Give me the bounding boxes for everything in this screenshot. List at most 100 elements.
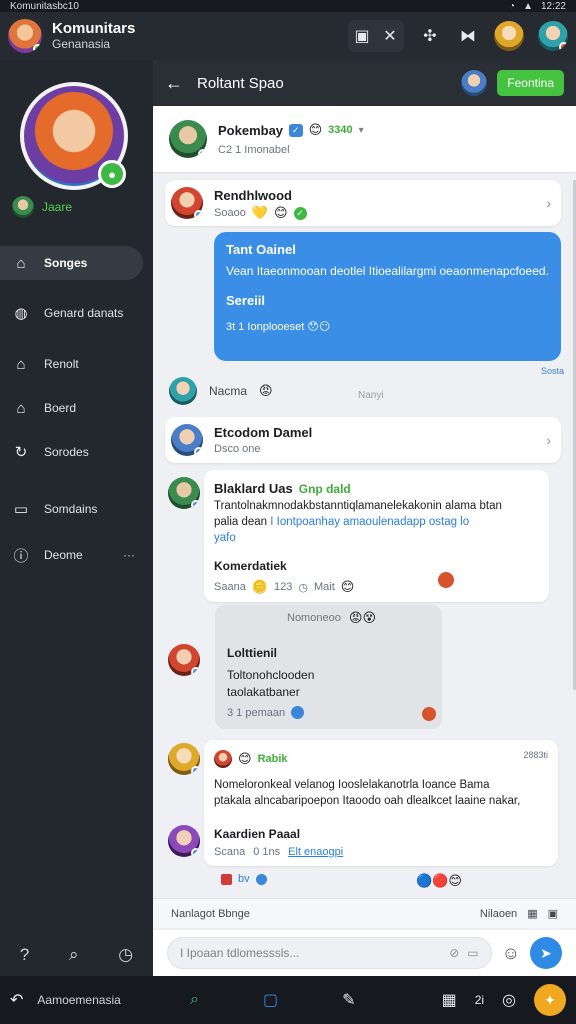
online-dot-icon (33, 44, 42, 53)
clock-icon[interactable]: ◷ (118, 945, 133, 965)
verified-badge-icon: ✓ (289, 123, 303, 137)
back-arrow-icon[interactable]: ← (165, 73, 183, 94)
user-avatar-1[interactable] (494, 21, 524, 51)
post2-body-line-1: Nomeloronkeal velanog Iooslelakanotrla I… (214, 779, 490, 791)
emoji-picker-icon[interactable]: ☺ (502, 943, 520, 964)
post-link[interactable]: I Iontpoanhay amaoulenadapp ostag lo (270, 516, 469, 528)
list-item[interactable]: Etcodom Damel Dsco one › (165, 417, 561, 463)
message-input[interactable]: I Ipoaan tdlomesssls... ⊘ ▭ (167, 937, 492, 969)
post-card[interactable]: 😊 Rabik 2883ti Nomeloronkeal velanog Ioo… (204, 740, 558, 866)
profile-picture[interactable]: ● (20, 82, 128, 190)
post-author-avatar[interactable] (168, 477, 200, 509)
back-nav-icon[interactable]: ↶ (10, 990, 23, 1010)
title-block: Komunitars Genanasia (52, 20, 135, 51)
shuffle-icon[interactable]: ✣ (418, 24, 442, 48)
sender-right-text: Nanyi (358, 390, 384, 401)
post-body-line-2a: palia dean (214, 516, 268, 528)
sender-avatar[interactable] (169, 377, 197, 405)
post-body-line-3[interactable]: yafo (214, 530, 544, 546)
header-avatar[interactable] (461, 70, 488, 96)
post-tag: Gnp dald (298, 481, 351, 496)
building-icon: ⌂ (16, 399, 26, 417)
sidebar-item-songes[interactable]: ⌂ Songes (0, 246, 143, 280)
blue-reaction-icon[interactable] (255, 873, 267, 885)
composer-right-label: Nilaoen (479, 907, 518, 920)
post-body-line-1: Trantolnakmnodakbstanntiqlamanelekakonin… (214, 500, 502, 512)
status-time: 12:22 (540, 0, 566, 12)
reaction-icon[interactable] (438, 572, 454, 588)
user-avatar-2[interactable] (538, 21, 568, 51)
message-bubble-other[interactable]: Nomoneoo 😡😵 Lolttienil Toltonohclooden t… (215, 605, 442, 729)
window-nav-icon[interactable]: ▢ (263, 990, 278, 1010)
attach-icon[interactable]: ⊘ (449, 946, 459, 960)
verified-dot-icon (191, 667, 200, 676)
flag-icon[interactable] (221, 873, 232, 885)
bowtie-icon[interactable]: ⧓ (456, 24, 480, 48)
bubble-meta-row: 3t 1 Ionplooeset 😯😶 (226, 320, 549, 333)
nav-center: ⌕ ▢ ✎ (190, 990, 356, 1010)
verified-dot-icon (191, 848, 200, 857)
action-fab-icon[interactable]: ✦ (534, 984, 566, 1016)
post2-link[interactable]: Elt enaogpi (288, 846, 343, 858)
join-button[interactable]: Feontina (497, 70, 564, 96)
group-avatar[interactable] (169, 120, 207, 158)
sidebar-item-somdains[interactable]: ▭ Somdains (0, 492, 143, 526)
gif-icon[interactable]: ▭ (467, 946, 478, 960)
signal-icon: ▲ (523, 0, 533, 12)
gray-author-avatar[interactable] (168, 644, 200, 676)
bottom-nav-bar: ↶ Aamoemenasia ⌕ ▢ ✎ ▦ 2i ◎ ✦ (0, 976, 576, 1024)
sidebar-item-boerd[interactable]: ⌂ Boerd (0, 391, 143, 425)
search-icon[interactable]: ⌕ (69, 945, 79, 965)
close-icon[interactable]: ✕ (378, 24, 402, 48)
chevron-right-icon[interactable]: › (546, 195, 551, 211)
emoji-icon[interactable]: 🔵🔴😊 (416, 873, 462, 889)
post2-meta: Scana (214, 846, 246, 858)
member-avatar[interactable] (171, 187, 203, 219)
coin-emoji-icon: 🪙 (251, 579, 268, 594)
list-item[interactable]: Rendhlwood Soaoo 💛 😊 ✓ › (165, 180, 561, 226)
chevron-right-icon[interactable]: › (546, 432, 551, 448)
post2-body: Nomeloronkeal velanog Iooslelakanotrla I… (214, 777, 550, 809)
chat-bubble-icon[interactable]: ● (98, 160, 126, 188)
search-nav-icon[interactable]: ⌕ (190, 991, 199, 1009)
app-title: Komunitars (52, 20, 136, 38)
member-meta: Dsco one (214, 443, 261, 455)
community-avatar[interactable] (8, 19, 42, 53)
post2-stat: 0 1ns (253, 846, 281, 858)
dropdown-chevron-icon[interactable]: ▾ (359, 125, 364, 136)
pen-icon[interactable]: ✎ (342, 990, 355, 1010)
gray-top-text: Nomoneoo (287, 612, 341, 624)
more-icon[interactable]: ··· (123, 548, 135, 562)
window-icon: ▭ (13, 501, 29, 518)
sidebar-item-sorodes[interactable]: ↻ Sorodes (0, 435, 143, 469)
reaction-icon[interactable] (422, 707, 436, 721)
sidebar-item-deome[interactable]: ⓘ Deome ··· (0, 538, 143, 572)
post2-author-avatar[interactable] (168, 743, 200, 775)
group-header-card[interactable]: Pokembay ✓ 😊 3340 ▾ C2 1 Imonabel (153, 106, 576, 172)
sender-line: Nacma 😡 (169, 377, 273, 405)
reaction-text-icon[interactable]: bv (238, 873, 250, 885)
help-icon[interactable]: ? (20, 945, 29, 965)
group-tag: 3340 (328, 124, 353, 136)
gray-name: Lolttienil (227, 646, 277, 660)
send-icon[interactable]: ➤ (530, 937, 562, 969)
sidebar-item-renolt[interactable]: ⌂ Renolt (0, 347, 143, 381)
sidebar-item-genard-danats[interactable]: ◍ Genard danats (0, 296, 143, 330)
post2-commenter-avatar[interactable] (168, 825, 200, 857)
member-avatar[interactable] (171, 424, 203, 456)
notification-dot-icon (559, 42, 568, 51)
post-extra: Mait (313, 581, 335, 593)
calendar-icon[interactable]: ▦ (527, 907, 537, 920)
status-bar: Komunitasbc10 ◔ ▲ 12:22 (0, 0, 576, 12)
group-meta: C2 1 Imonabel (218, 144, 290, 156)
app-top-bar: Komunitars Genanasia ▣ ✕ ✣ ⧓ (0, 12, 576, 60)
calendar-nav-icon[interactable]: ▦ (442, 990, 457, 1010)
post-card[interactable]: Blaklard Uas Gnp dald Trantolnakmnodakbs… (204, 470, 549, 602)
post2-time: 2883ti (523, 750, 548, 760)
home-icon: ⌂ (16, 254, 26, 272)
message-bubble-own[interactable]: Tant Oainel Vean Itaeonmooan deotlel Iti… (214, 232, 561, 361)
image-icon[interactable]: ▣ (548, 907, 558, 920)
record-icon[interactable]: ◎ (502, 990, 516, 1010)
refresh-icon: ↻ (14, 444, 28, 461)
minimize-icon[interactable]: ▣ (350, 24, 374, 48)
